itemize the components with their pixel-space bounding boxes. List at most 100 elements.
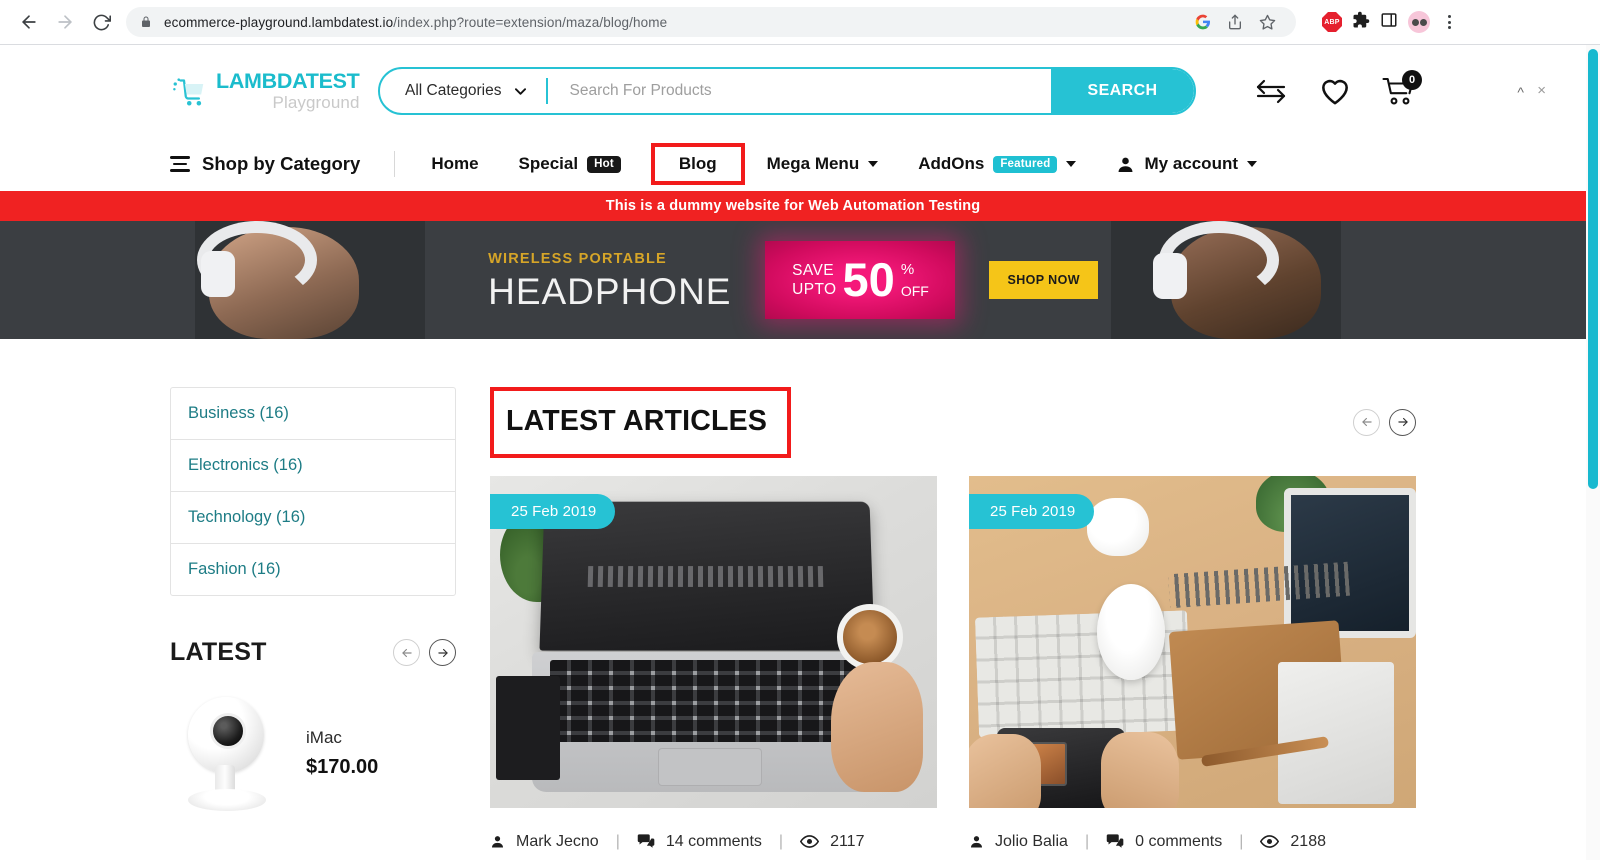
nav-item-label: Home: [431, 154, 479, 173]
heart-icon[interactable]: [1320, 78, 1350, 105]
cart-logo-icon: [170, 70, 212, 112]
article-comments: 14 comments: [637, 833, 762, 851]
nav-item-special[interactable]: Special Hot: [519, 146, 621, 182]
sidebar-item-technology[interactable]: Technology (16): [171, 492, 455, 544]
forward-arrow-icon[interactable]: [48, 5, 82, 39]
adblock-icon[interactable]: ABP: [1322, 12, 1342, 32]
latest-products-header: LATEST: [170, 638, 456, 667]
nav-item-blog[interactable]: Blog: [650, 143, 745, 185]
article-comments-count: 0 comments: [1135, 832, 1223, 850]
shop-now-button[interactable]: SHOP NOW: [989, 261, 1098, 299]
article-meta: Jolio Balia | 0 comments | 2188: [969, 833, 1416, 851]
article-author-name: Jolio Balia: [995, 832, 1068, 850]
product-thumbnail: [170, 689, 290, 817]
extension-icons: ABP: [1322, 11, 1463, 34]
address-bar[interactable]: ecommerce-playground.lambdatest.io/index…: [126, 7, 1296, 37]
profile-avatar-icon[interactable]: [1408, 11, 1430, 33]
articles-prev-arrow-icon[interactable]: [1353, 408, 1380, 436]
article-author: Jolio Balia: [969, 833, 1068, 851]
meta-separator: |: [615, 832, 620, 850]
blog-sidebar: Business (16) Electronics (16) Technolog…: [170, 387, 456, 860]
nav-item-home[interactable]: Home: [431, 146, 478, 182]
product-name[interactable]: iMac: [306, 728, 378, 748]
site-header: LAMBDATEST Playground All Categories SEA…: [0, 45, 1586, 137]
article-date-badge: 25 Feb 2019: [490, 493, 616, 529]
category-select-label: All Categories: [405, 82, 502, 99]
blog-category-list: Business (16) Electronics (16) Technolog…: [170, 387, 456, 596]
save-word: SAVE: [792, 261, 834, 279]
article-card[interactable]: 25 Feb 2019 Jolio Balia | 0 comments | 2…: [969, 475, 1416, 860]
nav-item-label: My account: [1144, 154, 1239, 173]
article-views-count: 2188: [1290, 832, 1326, 850]
article-views-count: 2117: [830, 832, 865, 850]
browser-nav-buttons: [12, 5, 118, 39]
comments-icon: [1106, 834, 1124, 849]
nav-item-label: Special: [518, 154, 579, 173]
url-text: ecommerce-playground.lambdatest.io/index…: [164, 15, 667, 30]
hot-badge: Hot: [587, 155, 621, 173]
google-lens-icon[interactable]: [1188, 7, 1218, 37]
brand-tagline: Playground: [272, 92, 360, 112]
article-meta: Mark Jecno | 14 comments | 2117: [490, 833, 937, 851]
page-title: LATEST ARTICLES: [506, 405, 768, 437]
header-action-icons: 0: [1254, 70, 1422, 106]
banner-content: WIRELESS PORTABLE HEADPHONE SAVE UPTO 50…: [488, 241, 1098, 319]
lock-icon: [140, 15, 152, 29]
sidebar-item-business[interactable]: Business (16): [171, 388, 455, 440]
scroll-up-caret-icon[interactable]: ^: [1517, 85, 1524, 99]
banner-kicker: WIRELESS PORTABLE: [488, 250, 667, 267]
page-content: Business (16) Electronics (16) Technolog…: [0, 339, 1586, 860]
shop-by-category-button[interactable]: Shop by Category: [170, 153, 360, 175]
url-domain: ecommerce-playground.lambdatest.io: [164, 14, 394, 30]
meta-separator: |: [1084, 832, 1090, 850]
cart-icon[interactable]: 0: [1382, 70, 1422, 106]
latest-prev-arrow-icon[interactable]: [393, 639, 420, 666]
banner-text: WIRELESS PORTABLE HEADPHONE: [488, 251, 731, 310]
article-author: Mark Jecno: [490, 833, 599, 851]
sidebar-product-card[interactable]: iMac $170.00: [170, 689, 456, 817]
articles-next-arrow-icon[interactable]: [1389, 408, 1416, 436]
compare-arrows-icon[interactable]: [1254, 78, 1288, 104]
brand-name: LAMBDATEST: [216, 69, 360, 94]
comments-icon: [637, 834, 655, 849]
close-icon[interactable]: ×: [1537, 83, 1546, 98]
banner-model-left-image: [195, 221, 425, 339]
nav-item-label: Mega Menu: [766, 154, 860, 173]
meta-separator: |: [778, 832, 784, 850]
nav-item-mega-menu[interactable]: Mega Menu: [767, 146, 879, 182]
side-panel-icon[interactable]: [1380, 11, 1398, 34]
reload-icon[interactable]: [84, 5, 118, 39]
nav-item-addons[interactable]: AddOns Featured: [918, 146, 1077, 182]
product-price: $170.00: [306, 755, 379, 778]
latest-carousel-controls: [393, 639, 456, 666]
nav-item-label: Blog: [678, 154, 717, 173]
nav-item-my-account[interactable]: My account: [1116, 146, 1258, 182]
shop-by-category-label: Shop by Category: [202, 153, 361, 174]
category-select[interactable]: All Categories: [380, 82, 546, 100]
sidebar-item-electronics[interactable]: Electronics (16): [171, 440, 455, 492]
latest-products-title: LATEST: [170, 638, 267, 666]
article-image[interactable]: 25 Feb 2019: [969, 475, 1416, 808]
product-info: iMac $170.00: [298, 728, 378, 779]
article-views: 2117: [800, 833, 864, 851]
share-icon[interactable]: [1220, 7, 1250, 37]
article-image[interactable]: 25 Feb 2019: [490, 475, 937, 808]
kebab-menu-icon[interactable]: [1440, 11, 1459, 33]
page-scrollbar[interactable]: [1586, 45, 1600, 860]
article-comments-count: 14 comments: [665, 832, 762, 850]
articles-grid: 25 Feb 2019 Mark Jecno | 14 comments | 2…: [490, 475, 1416, 860]
dummy-site-notice: This is a dummy website for Web Automati…: [0, 191, 1586, 221]
puzzle-icon[interactable]: [1352, 11, 1370, 34]
user-icon: [1116, 155, 1135, 174]
user-icon: [969, 834, 984, 849]
scrollbar-thumb[interactable]: [1588, 49, 1598, 489]
star-icon[interactable]: [1252, 7, 1282, 37]
site-logo[interactable]: LAMBDATEST Playground: [170, 70, 360, 112]
back-arrow-icon[interactable]: [12, 5, 46, 39]
latest-next-arrow-icon[interactable]: [429, 639, 456, 666]
search-input[interactable]: [547, 69, 1051, 113]
article-card[interactable]: 25 Feb 2019 Mark Jecno | 14 comments | 2…: [490, 475, 937, 860]
search-button[interactable]: SEARCH: [1051, 69, 1194, 113]
headphone-promo-banner[interactable]: WIRELESS PORTABLE HEADPHONE SAVE UPTO 50…: [0, 221, 1586, 339]
sidebar-item-fashion[interactable]: Fashion (16): [171, 544, 455, 595]
